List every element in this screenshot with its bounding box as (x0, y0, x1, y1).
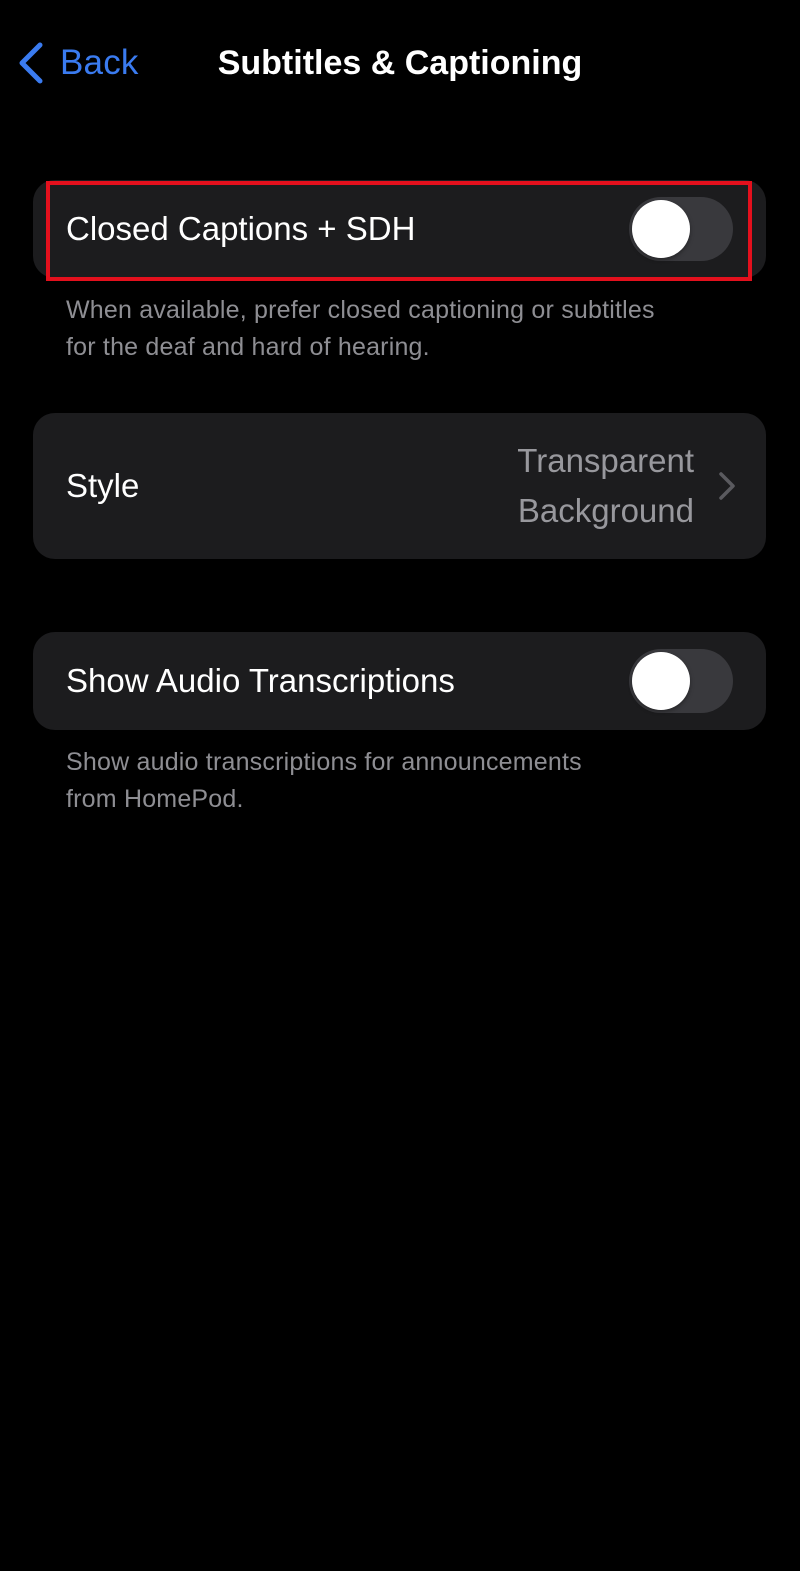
chevron-right-icon (719, 472, 735, 500)
footnote-line: When available, prefer closed captioning… (66, 296, 655, 324)
style-label: Style (66, 467, 140, 504)
toggle-knob (632, 652, 690, 710)
footnote-line: from HomePod. (66, 785, 244, 813)
closed-captions-label: Closed Captions + SDH (66, 210, 416, 247)
closed-captions-toggle[interactable] (629, 197, 733, 261)
page-title: Subtitles & Captioning (217, 44, 583, 82)
closed-captions-footnote: When available, prefer closed captioning… (66, 292, 736, 366)
footnote-line: Show audio transcriptions for announceme… (66, 748, 582, 776)
audio-transcriptions-footnote: Show audio transcriptions for announceme… (66, 744, 736, 818)
style-value-line: Background (517, 492, 694, 529)
style-value: Transparent Background (454, 436, 694, 536)
closed-captions-group: Closed Captions + SDH (33, 180, 766, 278)
audio-transcriptions-row: Show Audio Transcriptions (33, 632, 766, 730)
style-row[interactable]: Style Transparent Background (33, 413, 766, 559)
audio-transcriptions-label: Show Audio Transcriptions (66, 662, 455, 699)
style-value-line: Transparent (517, 442, 694, 479)
navigation-bar: Back Subtitles & Captioning (0, 0, 800, 126)
audio-transcriptions-toggle[interactable] (629, 649, 733, 713)
audio-transcriptions-group: Show Audio Transcriptions (33, 632, 766, 730)
style-group: Style Transparent Background (33, 413, 766, 559)
toggle-knob (632, 200, 690, 258)
footnote-line: for the deaf and hard of hearing. (66, 333, 430, 361)
closed-captions-row: Closed Captions + SDH (33, 180, 766, 278)
